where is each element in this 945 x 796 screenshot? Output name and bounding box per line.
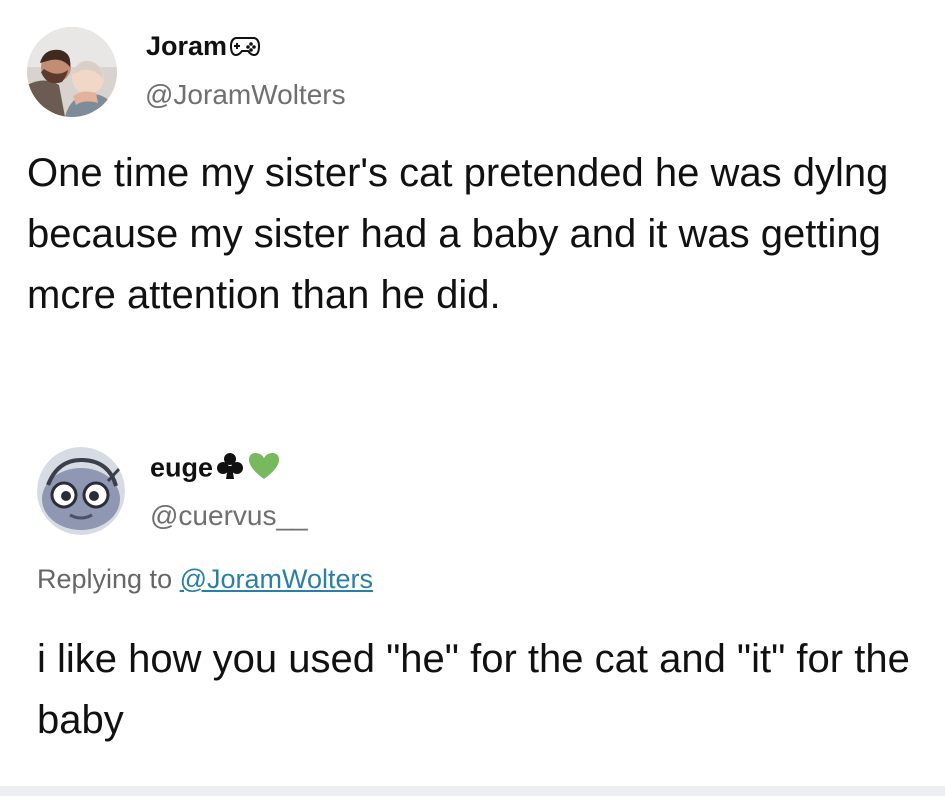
euge-handle[interactable]: @cuervus__ — [150, 500, 308, 532]
euge-display-name[interactable]: euge — [150, 451, 281, 488]
green-heart-icon — [247, 451, 281, 488]
joram-display-name[interactable]: Joram — [146, 30, 261, 64]
tweet-body-text: One time my sister's cat pretended he wa… — [27, 151, 889, 317]
gamepad-icon — [230, 32, 261, 64]
replying-to-line: Replying to @JoramWolters — [37, 563, 373, 595]
joram-avatar[interactable] — [27, 27, 117, 117]
tweet-screenshot: Joram @JoramWolters One time my sister's… — [0, 0, 945, 796]
joram-handle[interactable]: @JoramWolters — [145, 79, 346, 111]
euge-name-text: euge — [150, 452, 214, 483]
replying-to-link[interactable]: @JoramWolters — [180, 564, 373, 594]
joram-name-text: Joram — [146, 31, 228, 61]
club-icon — [216, 451, 244, 488]
reply-body-text: i like how you used "he" for the cat and… — [37, 637, 910, 742]
bottom-divider — [0, 786, 945, 796]
euge-avatar[interactable] — [37, 447, 125, 535]
replying-to-label: Replying to — [37, 564, 173, 594]
